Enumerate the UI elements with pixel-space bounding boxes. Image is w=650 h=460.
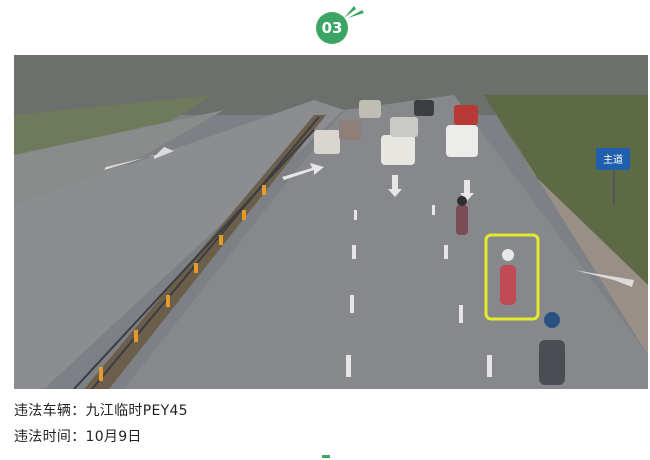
violation-time-label: 违法时间： <box>14 429 86 445</box>
leaf-icon <box>344 6 364 18</box>
bottom-divider <box>322 455 330 458</box>
violation-vehicle-label: 违法车辆： <box>14 403 86 419</box>
road-sign-label: 主道 <box>603 153 623 166</box>
violation-time-value: 10月9日 <box>85 429 142 445</box>
violation-vehicle-plate: 九江临时PEY45 <box>85 403 188 419</box>
traffic-camera-photo: 主道 <box>14 55 648 389</box>
violation-time-caption: 违法时间：10月9日 <box>14 426 142 446</box>
violation-vehicle-caption: 违法车辆：九江临时PEY45 <box>14 400 188 420</box>
